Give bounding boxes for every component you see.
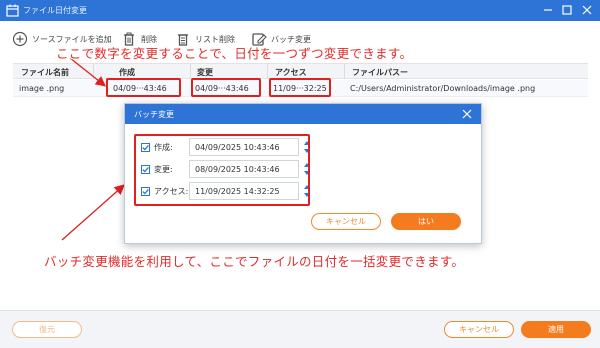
cancel-button[interactable]: キャンセル <box>444 321 514 338</box>
column-divider <box>190 64 191 79</box>
dialog-title: バッチ変更 <box>134 110 174 119</box>
dialog-ok-button[interactable]: はい <box>391 213 461 230</box>
highlight-accessed-cell <box>269 78 331 97</box>
annotation-top: ここで数字を変更することで、日付を一つずつ変更できます。 <box>56 46 413 61</box>
maximize-icon[interactable] <box>560 3 574 17</box>
column-header-filename[interactable]: ファイル名前 <box>21 67 69 78</box>
column-header-created[interactable]: 作成 <box>119 67 135 78</box>
footer-bar: 復元 キャンセル 適用 <box>0 310 600 348</box>
highlight-modified-cell <box>191 78 261 97</box>
close-icon[interactable] <box>580 3 594 17</box>
window-title: ファイル日付変更 <box>23 6 87 15</box>
restore-button[interactable]: 復元 <box>12 321 82 338</box>
annotation-bottom: バッチ変更機能を利用して、ここでファイルの日付を一括変更できます。 <box>44 254 465 269</box>
cell-filename: image .png <box>19 84 65 93</box>
highlight-dialog-inputs <box>134 134 310 206</box>
column-header-accessed[interactable]: アクセス <box>275 67 307 78</box>
plus-circle-icon <box>12 31 28 47</box>
app-calendar-icon <box>6 4 19 17</box>
title-bar: ファイル日付変更 <box>0 0 600 21</box>
highlight-created-cell <box>106 78 181 97</box>
column-header-modified[interactable]: 変更 <box>197 67 213 78</box>
minimize-icon[interactable] <box>541 3 555 17</box>
column-divider <box>267 64 268 79</box>
table-header: ファイル名前 作成 変更 アクセス ファイルパスー <box>13 64 588 79</box>
column-divider <box>344 64 345 79</box>
apply-button[interactable]: 適用 <box>521 321 591 338</box>
column-header-path[interactable]: ファイルパスー <box>352 67 408 78</box>
dialog-header: バッチ変更 <box>125 104 481 124</box>
dialog-close-icon[interactable] <box>461 108 473 120</box>
column-divider <box>93 64 94 79</box>
cell-path: C:/Users/Administrator/Downloads/image .… <box>350 84 536 93</box>
dialog-cancel-button[interactable]: キャンセル <box>311 213 381 230</box>
